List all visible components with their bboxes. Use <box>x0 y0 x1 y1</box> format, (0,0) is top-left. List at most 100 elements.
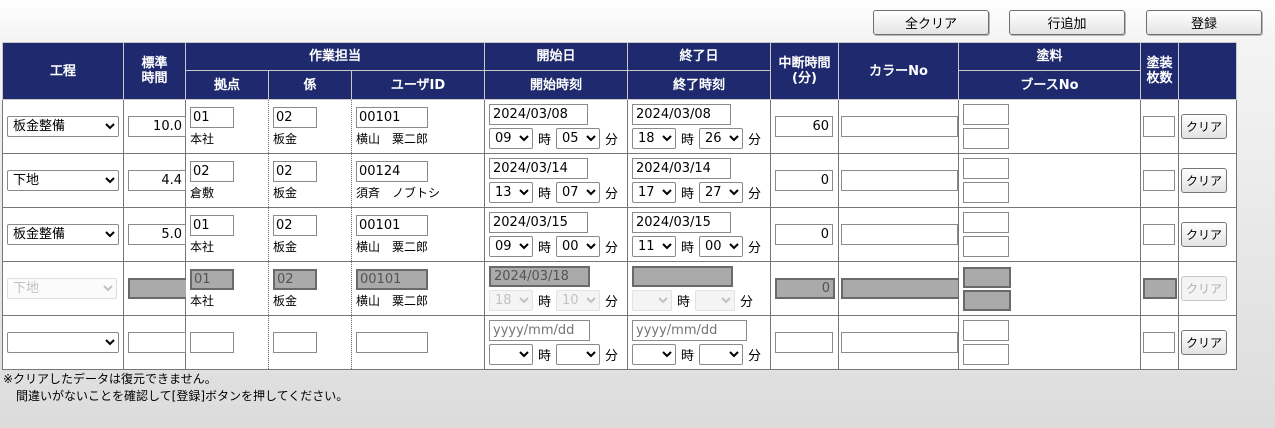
hour-label: 時 <box>681 133 695 148</box>
start-hour-select[interactable]: 13 <box>489 182 533 203</box>
base-code-input[interactable] <box>190 332 234 353</box>
start-date-input[interactable] <box>489 320 590 341</box>
user-name: 横山 粟二郎 <box>356 131 429 146</box>
std-time-input[interactable] <box>128 332 186 353</box>
user-id-input[interactable] <box>356 332 428 353</box>
user-id-input[interactable] <box>356 160 428 182</box>
header-end-date: 終了日 <box>627 42 771 71</box>
base-code-input[interactable] <box>190 214 234 236</box>
color-no-input[interactable] <box>841 224 958 245</box>
std-time-input[interactable] <box>128 116 186 137</box>
booth-no-input[interactable] <box>963 182 1009 203</box>
row-clear-button[interactable]: クリア <box>1181 114 1227 139</box>
end-date-input <box>632 266 733 287</box>
start-date-input[interactable] <box>489 104 588 125</box>
section-code-input[interactable] <box>273 214 317 236</box>
header-process: 工程 <box>2 42 124 100</box>
std-time-input[interactable] <box>128 224 186 245</box>
end-minute-select[interactable]: 27 <box>699 182 744 203</box>
row-clear-button[interactable]: クリア <box>1181 168 1227 193</box>
user-name: 須斉 ノブトシ <box>356 185 441 200</box>
note-line-2: 間違いがないことを確認して[登録]ボタンを押してください。 <box>16 389 349 403</box>
minute-label: 分 <box>605 295 619 310</box>
end-date-input[interactable] <box>632 212 731 233</box>
end-minute-select[interactable]: 00 <box>699 236 744 257</box>
start-minute-select[interactable]: 05 <box>556 128 601 149</box>
booth-no-input <box>963 289 1011 311</box>
paint-input[interactable] <box>963 104 1009 125</box>
break-time-input[interactable] <box>775 332 833 353</box>
row-clear-button[interactable]: クリア <box>1181 222 1227 247</box>
user-name: 横山 粟二郎 <box>356 293 429 308</box>
color-no-input[interactable] <box>841 116 958 137</box>
minute-label: 分 <box>605 241 619 256</box>
base-name: 本社 <box>190 293 215 308</box>
paint-input[interactable] <box>963 158 1009 179</box>
end-minute-select[interactable] <box>699 344 744 365</box>
std-time-input <box>128 278 188 299</box>
header-worker: 作業担当 <box>185 42 485 71</box>
end-hour-select[interactable]: 11 <box>632 236 676 257</box>
minute-label: 分 <box>748 241 762 256</box>
end-hour-select[interactable]: 17 <box>632 182 676 203</box>
section-code-input <box>273 268 317 290</box>
user-id-input <box>356 268 428 290</box>
clear-all-button[interactable]: 全クリア <box>873 10 989 35</box>
start-hour-select[interactable] <box>489 344 533 365</box>
hour-label: 時 <box>538 187 552 202</box>
end-hour-select[interactable] <box>632 344 676 365</box>
register-button[interactable]: 登録 <box>1146 10 1262 35</box>
process-select[interactable] <box>7 332 119 353</box>
user-id-input[interactable] <box>356 214 428 236</box>
base-code-input[interactable] <box>190 106 234 128</box>
break-time-input[interactable] <box>775 170 833 191</box>
end-minute-select[interactable]: 26 <box>699 128 744 149</box>
section-code-input[interactable] <box>273 332 317 353</box>
end-date-input[interactable] <box>632 158 731 179</box>
hour-label: 時 <box>681 349 695 364</box>
end-date-input[interactable] <box>632 320 747 341</box>
end-date-input[interactable] <box>632 104 731 125</box>
std-time-input[interactable] <box>128 170 186 191</box>
start-date-input[interactable] <box>489 158 588 179</box>
start-minute-select[interactable]: 00 <box>556 236 601 257</box>
table-row-locked: 下地 本社 板金 横山 粟二郎 18 時 10 分 時 分 クリア <box>2 261 1237 316</box>
start-minute-select[interactable]: 07 <box>556 182 601 203</box>
coat-count-input[interactable] <box>1143 224 1175 245</box>
process-select[interactable]: 板金整備 <box>7 116 119 137</box>
start-date-input[interactable] <box>489 212 588 233</box>
minute-label: 分 <box>748 349 762 364</box>
color-no-input[interactable] <box>841 170 958 191</box>
table-row: 板金整備 本社 板金 横山 粟二郎 09 時 05 分 18 時 26 分 クリア <box>2 99 1237 154</box>
paint-input[interactable] <box>963 212 1009 233</box>
coat-count-input[interactable] <box>1143 170 1175 191</box>
break-time-input[interactable] <box>775 116 833 137</box>
header-booth-no: ブースNo <box>958 70 1141 100</box>
booth-no-input[interactable] <box>963 236 1009 257</box>
header-user-id: ユーザID <box>351 70 485 100</box>
header-section: 係 <box>268 70 352 100</box>
paint-input[interactable] <box>963 320 1009 341</box>
start-hour-select[interactable]: 09 <box>489 236 533 257</box>
coat-count-input[interactable] <box>1143 116 1175 137</box>
minute-label: 分 <box>605 133 619 148</box>
start-minute-select[interactable] <box>556 344 601 365</box>
start-hour-select[interactable]: 09 <box>489 128 533 149</box>
break-time-input[interactable] <box>775 224 833 245</box>
booth-no-input[interactable] <box>963 128 1009 149</box>
end-hour-select <box>632 290 672 311</box>
end-hour-select[interactable]: 18 <box>632 128 676 149</box>
section-code-input[interactable] <box>273 106 317 128</box>
base-name: 本社 <box>190 131 215 146</box>
coat-count-input[interactable] <box>1143 332 1175 353</box>
process-select[interactable]: 板金整備 <box>7 224 119 245</box>
section-code-input[interactable] <box>273 160 317 182</box>
hour-label: 時 <box>677 295 691 310</box>
user-id-input[interactable] <box>356 106 428 128</box>
booth-no-input[interactable] <box>963 344 1009 365</box>
process-select[interactable]: 下地 <box>7 170 119 191</box>
base-code-input[interactable] <box>190 160 234 182</box>
row-clear-button[interactable]: クリア <box>1181 330 1227 355</box>
color-no-input[interactable] <box>841 332 958 353</box>
add-row-button[interactable]: 行追加 <box>1009 10 1125 35</box>
